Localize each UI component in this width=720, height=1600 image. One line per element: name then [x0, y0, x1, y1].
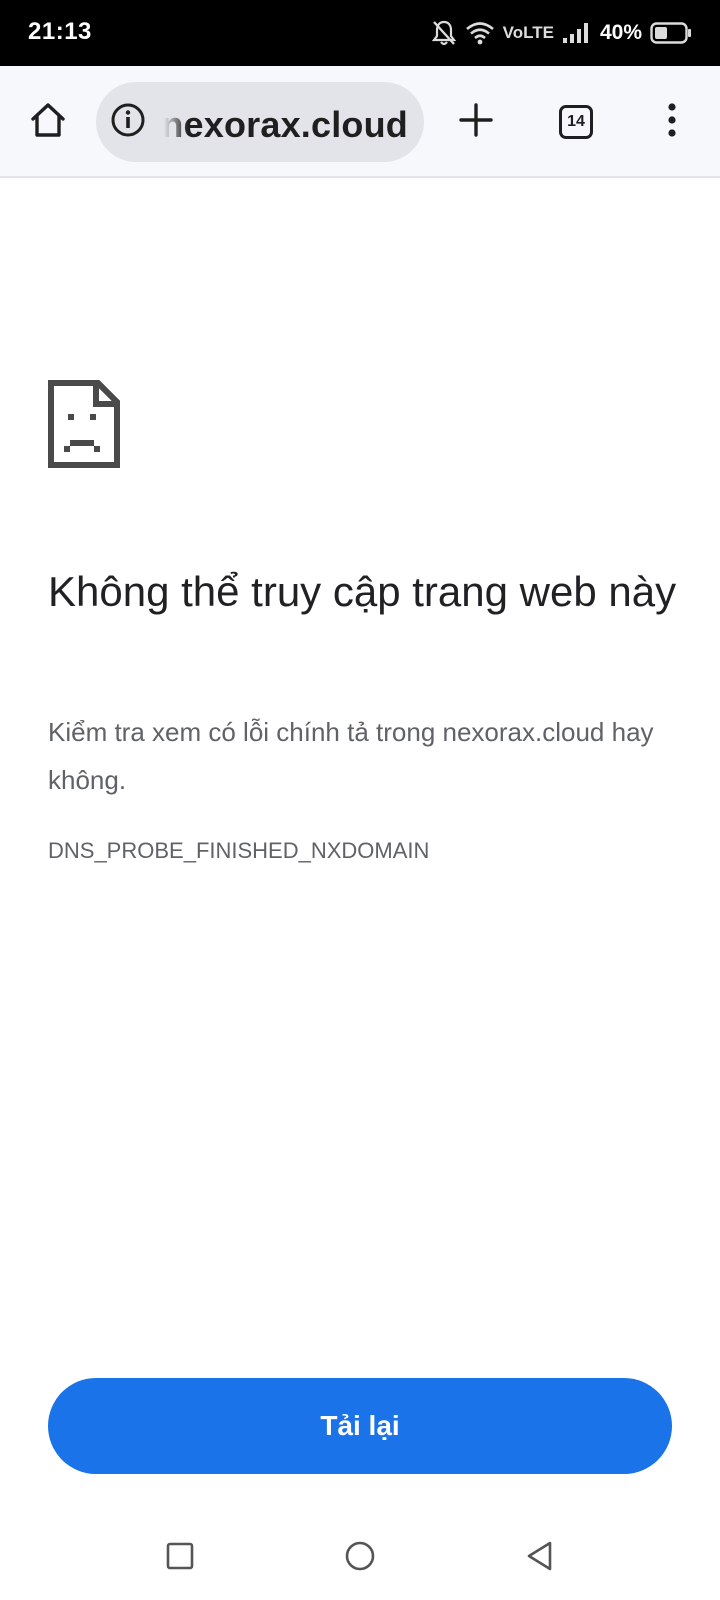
network-label: VoLTE: [502, 23, 554, 42]
tabs-icon: 14: [559, 105, 593, 139]
status-bar: 21:13 VoLTE 40%: [0, 0, 720, 66]
tab-switcher-button[interactable]: 14: [548, 94, 604, 150]
home-button[interactable]: [20, 94, 76, 150]
battery-icon: [650, 22, 692, 44]
tab-count: 14: [567, 113, 585, 130]
error-description: Kiểm tra xem có lỗi chính tả trong nexor…: [48, 717, 654, 795]
sad-page-icon: [48, 380, 120, 473]
reload-button[interactable]: Tải lại: [48, 1378, 672, 1474]
plus-icon: [458, 102, 494, 143]
home-icon: [28, 100, 68, 145]
new-tab-button[interactable]: [448, 94, 504, 150]
recents-icon: [165, 1541, 195, 1576]
error-title: Không thể truy cập trang web này: [48, 568, 677, 615]
url-container: nexorax.cloud: [158, 100, 408, 144]
more-vert-icon: [666, 102, 678, 143]
signal-icon: [562, 22, 592, 44]
address-bar[interactable]: nexorax.cloud: [96, 82, 424, 162]
recents-button[interactable]: [158, 1536, 202, 1580]
home-circle-icon: [344, 1540, 376, 1577]
wifi-icon: [465, 21, 495, 45]
error-code: DNS_PROBE_FINISHED_NXDOMAIN: [48, 838, 430, 863]
back-icon: [525, 1540, 555, 1577]
system-nav-bar: [0, 1518, 720, 1600]
url-text: nexorax.cloud: [161, 104, 408, 144]
browser-toolbar: nexorax.cloud 14: [0, 66, 720, 178]
battery-percent: 40%: [599, 21, 642, 44]
url-fade: [158, 100, 188, 144]
reload-label: Tải lại: [320, 1410, 400, 1441]
system-home-button[interactable]: [338, 1536, 382, 1580]
status-time: 21:13: [28, 18, 92, 45]
more-menu-button[interactable]: [644, 94, 700, 150]
back-button[interactable]: [518, 1536, 562, 1580]
info-icon[interactable]: [110, 102, 146, 143]
mute-bell-icon: [431, 19, 457, 47]
status-icons: VoLTE 40%: [431, 16, 692, 50]
